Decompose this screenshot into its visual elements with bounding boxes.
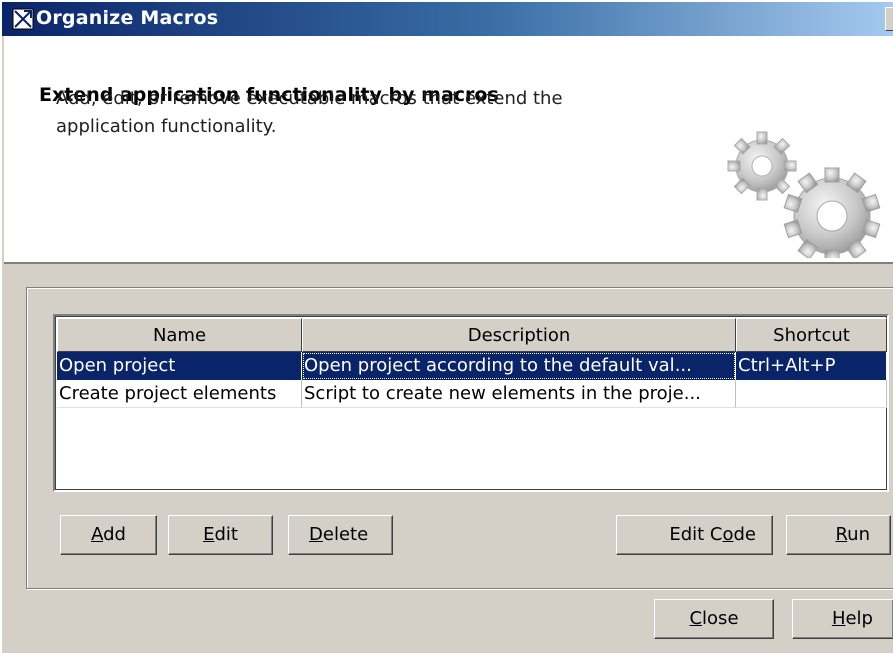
delete-label-rest: elete — [322, 524, 369, 545]
cell-name: Open project — [57, 352, 302, 380]
edit-code-label-pre: Edit C — [669, 524, 723, 545]
window-title: Organize Macros — [36, 7, 219, 29]
cell-shortcut: Ctrl+Alt+P — [736, 352, 887, 380]
close-label-rest: lose — [702, 608, 739, 629]
macro-dialog-icon — [12, 8, 34, 30]
table-row[interactable]: Open project Open project according to t… — [57, 352, 887, 380]
column-header-description[interactable]: Description — [302, 318, 736, 352]
gears-icon — [727, 131, 881, 258]
edit-label-rest: dit — [214, 524, 238, 545]
delete-mnemonic: D — [309, 524, 323, 545]
edit-code-mnemonic: o — [722, 524, 734, 545]
edit-code-button[interactable]: Edit Code — [616, 515, 773, 555]
header-description: Add, edit, or remove executable macros t… — [56, 88, 563, 137]
window-control-button[interactable] — [885, 7, 893, 31]
close-mnemonic: C — [689, 608, 703, 629]
cell-description: Script to create new elements in the pro… — [302, 380, 736, 408]
run-button[interactable]: Run — [786, 515, 891, 555]
organize-macros-dialog: Organize Macros Extend application funct… — [0, 0, 893, 653]
add-button[interactable]: Add — [60, 515, 157, 555]
title-bar[interactable]: Organize Macros — [2, 2, 893, 36]
edit-code-label-rest: de — [733, 524, 757, 545]
cell-name: Create project elements — [57, 380, 302, 408]
table-header: Name Description Shortcut — [57, 318, 887, 352]
add-label-rest: dd — [103, 524, 126, 545]
help-label-rest: elp — [845, 608, 873, 629]
run-mnemonic: R — [835, 524, 848, 545]
column-header-name[interactable]: Name — [57, 318, 302, 352]
edit-mnemonic: E — [203, 524, 215, 545]
cell-shortcut — [736, 380, 887, 408]
add-mnemonic: A — [91, 524, 104, 545]
edit-button[interactable]: Edit — [168, 515, 273, 555]
column-header-shortcut[interactable]: Shortcut — [736, 318, 887, 352]
table-row[interactable]: Create project elements Script to create… — [57, 380, 887, 408]
macros-table[interactable]: Name Description Shortcut Open project O… — [53, 314, 889, 492]
help-mnemonic: H — [831, 608, 846, 629]
close-button[interactable]: Close — [654, 599, 774, 639]
delete-button[interactable]: Delete — [288, 515, 393, 555]
header-banner: Extend application functionality by macr… — [4, 36, 893, 264]
run-label-rest: un — [847, 524, 870, 545]
help-button[interactable]: Help — [792, 599, 893, 639]
cell-description: Open project according to the default va… — [302, 352, 736, 380]
